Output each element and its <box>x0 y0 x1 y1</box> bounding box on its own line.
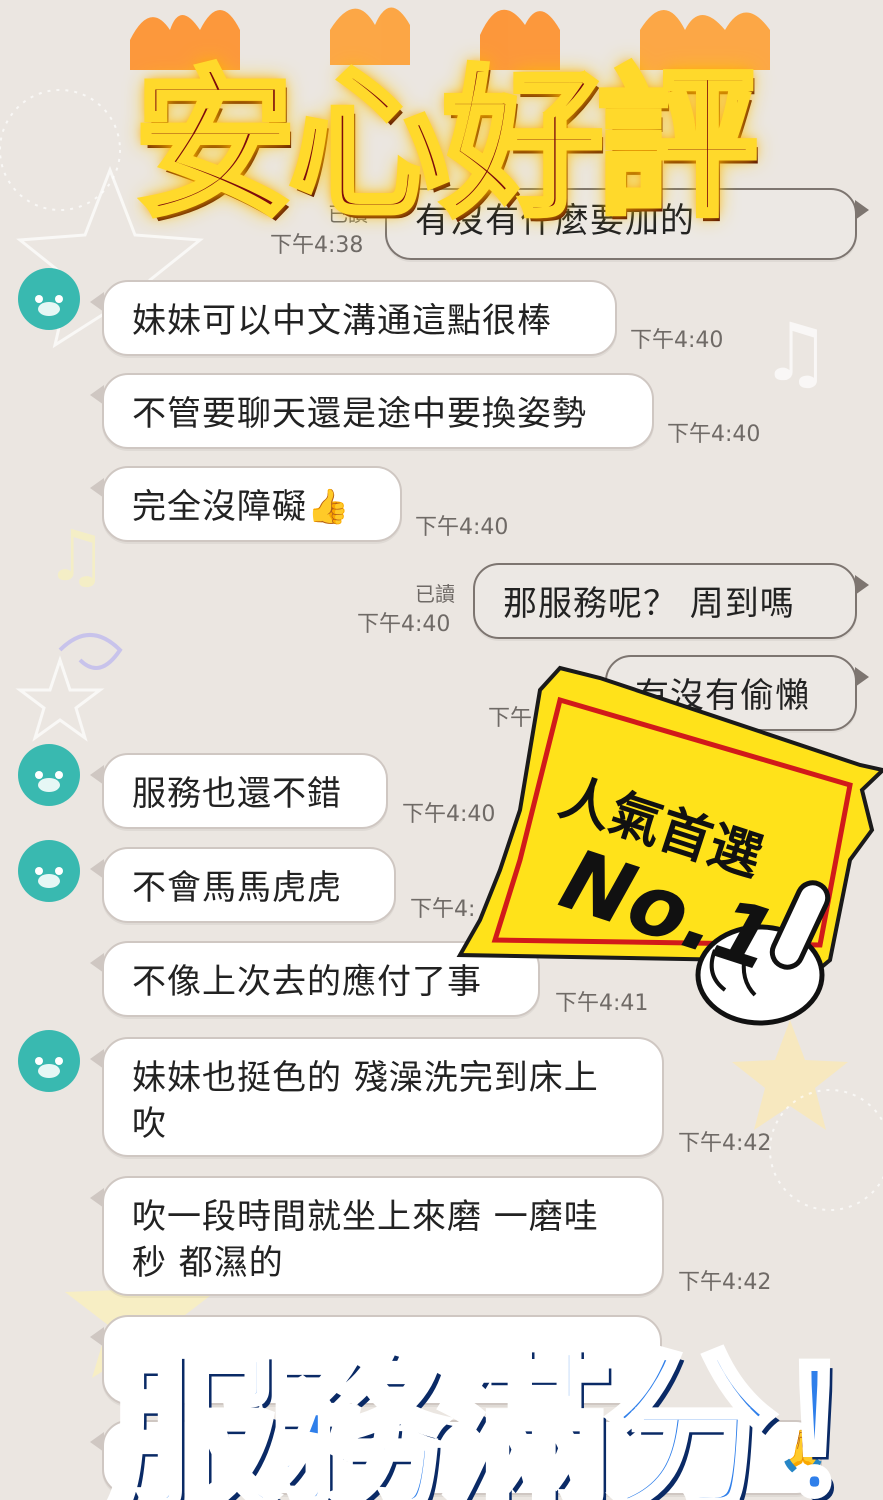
star-decoration-icon <box>15 655 105 742</box>
chat-screen: ♫ ♫ 已讀 下午4:38 有沒有什麼要加的 妹妹可以中文溝通這點很棒 下午4:… <box>0 0 883 1500</box>
avatar-eye-icon <box>55 771 63 779</box>
music-note-icon: ♫ <box>760 306 832 399</box>
contact-avatar[interactable] <box>18 268 80 330</box>
message-time: 下午 <box>488 706 533 731</box>
message-time: 下午4:40 <box>630 328 724 353</box>
contact-avatar[interactable] <box>18 840 80 902</box>
message-bubble-incoming[interactable]: 完全沒障礙👍 <box>90 466 402 542</box>
swirl-decoration-icon <box>58 633 123 670</box>
contact-avatar[interactable] <box>18 744 80 806</box>
message-time: 下午4:42 <box>678 1131 772 1156</box>
dotted-circle-decoration-icon <box>0 89 121 211</box>
message-bubble-incoming[interactable]: 吹一段時間就坐上來磨 一磨哇 秒 都濕的 <box>90 1176 664 1296</box>
message-time: 下午4:40 <box>415 515 509 540</box>
contact-avatar[interactable] <box>18 1030 80 1092</box>
avatar-eye-icon <box>35 867 43 875</box>
message-bubble-incoming[interactable]: 妹妹可以中文溝通這點很棒 <box>90 280 617 356</box>
message-time: 下午4:40 <box>667 422 761 447</box>
avatar-eye-icon <box>55 295 63 303</box>
message-time: 下午4:40 <box>357 612 451 637</box>
message-bubble-outgoing[interactable]: 有沒有偷懶 <box>605 655 869 731</box>
read-receipt: 已 <box>548 674 568 698</box>
avatar-snout-icon <box>38 302 60 316</box>
top-banner-title: 安心好評 <box>132 48 760 241</box>
message-bubble-incoming[interactable]: 不管要聊天還是途中要換姿勢 <box>90 373 654 449</box>
message-time: 下午4: <box>410 897 476 922</box>
message-bubble-incoming[interactable]: 不會馬馬虎虎 <box>90 847 396 923</box>
avatar-eye-icon <box>35 1057 43 1065</box>
music-note-icon: ♫ <box>45 515 108 597</box>
avatar-eye-icon <box>35 295 43 303</box>
avatar-eye-icon <box>55 1057 63 1065</box>
message-time: 下午4:40 <box>402 802 496 827</box>
message-bubble-outgoing[interactable]: 那服務呢？ 周到嗎 <box>473 563 869 639</box>
dotted-circle-decoration-icon <box>769 1089 883 1211</box>
avatar-snout-icon <box>38 778 60 792</box>
avatar-eye-icon <box>55 867 63 875</box>
star-decoration-icon <box>732 1020 848 1130</box>
message-bubble-incoming[interactable]: 妹妹也挺色的 殘澡洗完到床上 吹 <box>90 1037 664 1157</box>
message-time: 下午4:41 <box>555 991 649 1016</box>
avatar-snout-icon <box>38 1064 60 1078</box>
message-bubble-incoming[interactable]: 服務也還不錯 <box>90 753 388 829</box>
message-bubble-incoming[interactable]: 不像上次去的應付了事 <box>90 941 540 1017</box>
avatar-snout-icon <box>38 874 60 888</box>
message-time: 下午4:42 <box>678 1270 772 1295</box>
bottom-banner-title: 服務滿分！ <box>104 1332 883 1500</box>
avatar-eye-icon <box>35 771 43 779</box>
read-receipt: 已讀 <box>415 582 455 606</box>
